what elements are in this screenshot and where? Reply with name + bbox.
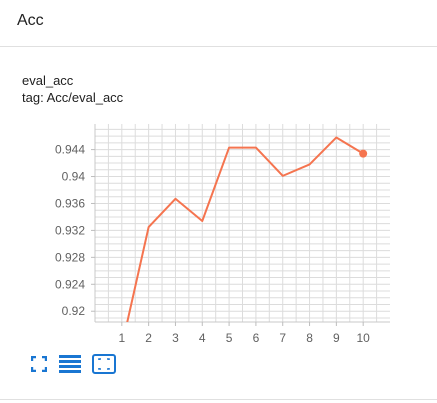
x-tick-label: 3	[172, 331, 179, 345]
panel-bottom-divider	[0, 399, 437, 400]
x-tick-label: 9	[333, 331, 340, 345]
fit-domain-button[interactable]	[92, 353, 116, 375]
scalar-chart-panel: Acc eval_acc tag: Acc/eval_acc 0.92 0.924…	[0, 0, 437, 403]
list-icon	[59, 355, 81, 373]
y-tick-label: 0.932	[55, 223, 85, 237]
y-tick-label: 0.928	[55, 250, 85, 264]
x-tick-label: 7	[279, 331, 286, 345]
y-tick-label: 0.92	[62, 304, 86, 318]
x-tick-label: 5	[226, 331, 233, 345]
fullscreen-icon	[31, 356, 47, 372]
chart-toolbar	[30, 353, 126, 375]
x-tick-label: 1	[118, 331, 125, 345]
fullscreen-button[interactable]	[30, 353, 48, 375]
x-tick-label: 10	[357, 331, 371, 345]
x-tick-label: 6	[253, 331, 260, 345]
x-tick-label: 4	[199, 331, 206, 345]
fit-domain-icon	[92, 354, 116, 374]
y-tick-label: 0.924	[55, 277, 85, 291]
y-tick-label: 0.94	[62, 170, 86, 184]
x-tick-label: 2	[145, 331, 152, 345]
series-last-point	[359, 149, 368, 158]
y-tick-label: 0.936	[55, 196, 85, 210]
y-tick-label: 0.944	[55, 143, 85, 157]
line-chart[interactable]: 0.92 0.924 0.928 0.932 0.936 0.94 0.944 1 2 3 4 5 6 7…	[0, 0, 437, 403]
x-tick-label: 8	[306, 331, 313, 345]
toggle-log-scale-button[interactable]	[58, 353, 82, 375]
